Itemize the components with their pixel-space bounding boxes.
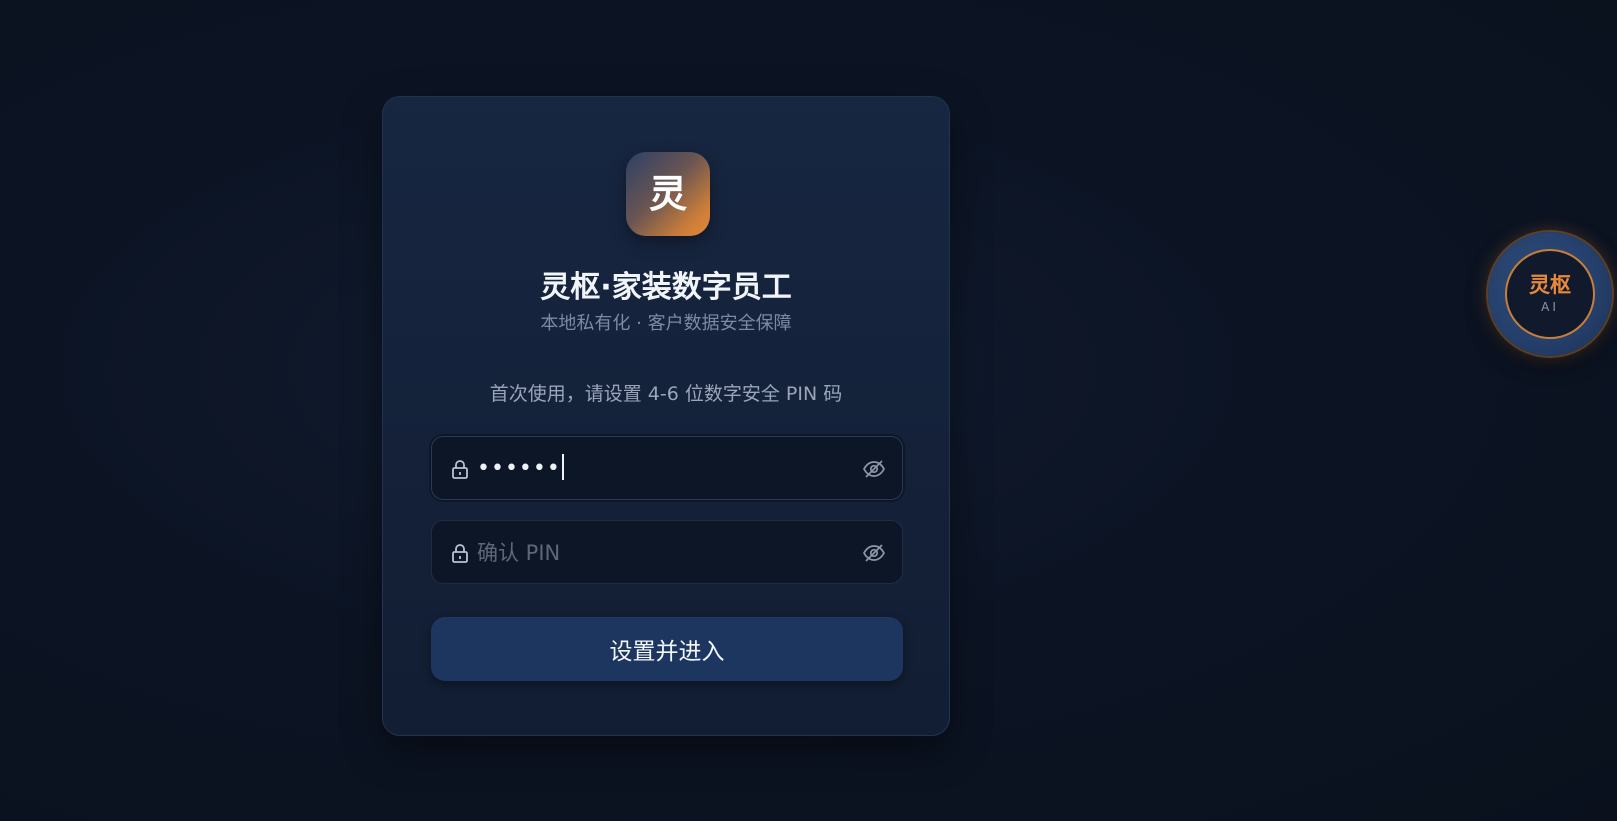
app-logo: 灵: [626, 152, 710, 236]
set-and-enter-button[interactable]: 设置并进入: [431, 617, 903, 681]
ai-assistant-title: 灵枢: [1529, 273, 1571, 298]
pin-hint: 首次使用，请设置 4-6 位数字安全 PIN 码: [489, 383, 843, 405]
ai-assistant-button[interactable]: 灵枢 AI: [1488, 232, 1612, 356]
confirm-pin-input[interactable]: 确认 PIN: [477, 521, 560, 585]
pin-input[interactable]: ••••••: [477, 437, 564, 501]
app-title: 灵枢·家装数字员工: [540, 270, 792, 305]
login-card: 灵 灵枢·家装数字员工 本地私有化 · 客户数据安全保障 首次使用，请设置 4-…: [382, 96, 950, 736]
eye-off-icon[interactable]: [862, 457, 886, 481]
ai-assistant-badge: 灵枢 AI: [1505, 249, 1595, 339]
app-subtitle: 本地私有化 · 客户数据安全保障: [540, 313, 792, 334]
text-caret: [561, 454, 564, 480]
ai-assistant-sub: AI: [1541, 299, 1559, 314]
lock-icon: [452, 544, 468, 563]
lock-icon: [452, 460, 468, 479]
pin-field[interactable]: ••••••: [431, 436, 903, 500]
eye-off-icon[interactable]: [862, 541, 886, 565]
confirm-pin-field[interactable]: 确认 PIN: [431, 520, 903, 584]
pin-value: ••••••: [477, 456, 561, 481]
logo-char: 灵: [648, 172, 687, 216]
